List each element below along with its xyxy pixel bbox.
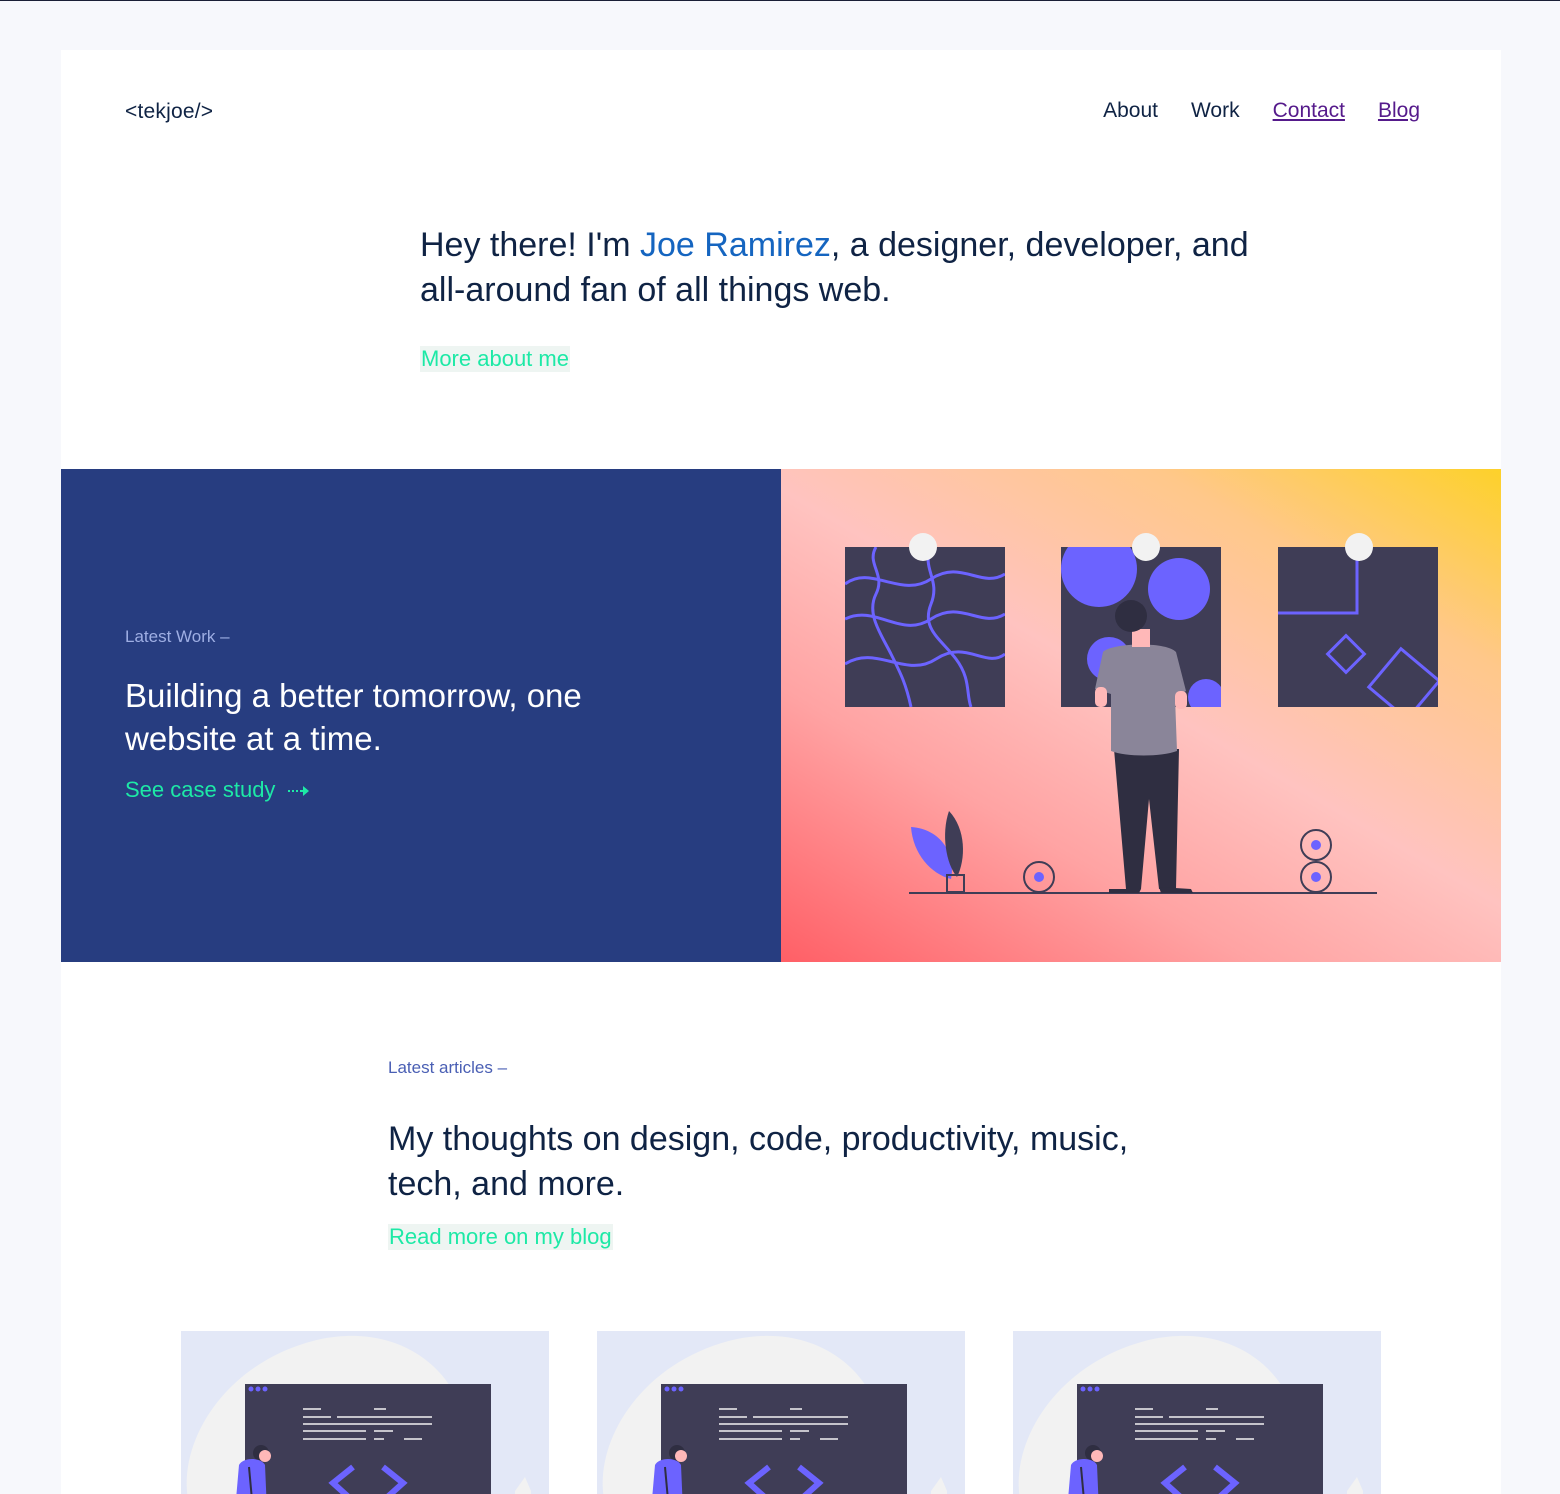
- nav-link-work[interactable]: Work: [1191, 99, 1240, 123]
- article-card[interactable]: [597, 1331, 965, 1494]
- latest-articles-title: My thoughts on design, code, productivit…: [388, 1120, 1129, 1203]
- read-more-blog-link[interactable]: Read more on my blog: [388, 1224, 613, 1250]
- see-case-study-link[interactable]: See case study: [125, 777, 310, 803]
- page-container: <tekjoe/> About Work Contact Blog Hey th…: [61, 50, 1501, 1494]
- latest-work-section: Latest Work – Building a better tomorrow…: [61, 469, 1501, 962]
- nav-link-blog[interactable]: Blog: [1378, 99, 1420, 123]
- developer-code-window-illustration: [602, 1335, 947, 1494]
- latest-work-title: Building a better tomorrow, one website …: [125, 677, 582, 757]
- more-about-me-link[interactable]: More about me: [420, 346, 570, 372]
- nav-link-contact[interactable]: Contact: [1273, 99, 1345, 123]
- developer-code-window-illustration: [1018, 1335, 1363, 1494]
- developer-code-window-illustration: [186, 1335, 531, 1494]
- intro-text-before: Hey there! I'm: [420, 226, 641, 264]
- dotted-arrow-right-icon: [287, 786, 309, 797]
- latest-articles-section: Latest articles – My thoughts on design,…: [388, 1058, 1188, 1250]
- main-nav: About Work Contact Blog: [1103, 99, 1420, 123]
- intro-section: Hey there! I'm Joe Ramirez, a designer, …: [420, 223, 1290, 372]
- article-cards: [181, 1331, 1381, 1494]
- see-case-study-label: See case study: [125, 777, 276, 802]
- latest-work-eyebrow: Latest Work –: [125, 627, 230, 646]
- author-name: Joe Ramirez: [640, 226, 831, 264]
- art-gallery-illustration-panel: [781, 469, 1501, 962]
- intro-heading: Hey there! I'm Joe Ramirez, a designer, …: [420, 223, 1290, 313]
- article-card[interactable]: [181, 1331, 549, 1494]
- person-viewing-art-gallery-illustration: [845, 533, 1438, 894]
- latest-articles-eyebrow: Latest articles –: [388, 1058, 508, 1077]
- article-card[interactable]: [1013, 1331, 1381, 1494]
- latest-work-panel: Latest Work – Building a better tomorrow…: [61, 469, 781, 962]
- nav-link-about[interactable]: About: [1103, 99, 1158, 123]
- site-logo[interactable]: <tekjoe/>: [125, 100, 213, 124]
